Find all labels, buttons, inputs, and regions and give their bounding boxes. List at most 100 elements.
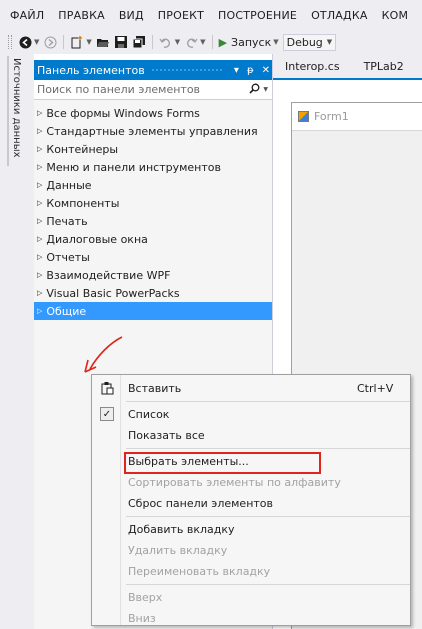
redo-icon[interactable] bbox=[184, 35, 198, 49]
back-arrow-icon[interactable] bbox=[18, 35, 32, 49]
menu-item-show-all-label: Показать все bbox=[128, 429, 205, 442]
toolbox-category-selected[interactable]: ▷ Общие bbox=[34, 302, 272, 320]
chevron-down-icon: ▼ bbox=[326, 38, 333, 46]
tab-interop-cs[interactable]: Interop.cs bbox=[273, 56, 352, 76]
form-title: Form1 bbox=[314, 110, 349, 123]
toolbar-separator bbox=[151, 35, 153, 49]
toolbox-title: Панель элементов bbox=[37, 63, 145, 77]
run-dropdown-icon[interactable]: ▼ bbox=[273, 38, 278, 46]
toolbox-category[interactable]: ▷ Все формы Windows Forms bbox=[34, 104, 272, 122]
back-dropdown-icon[interactable]: ▼ bbox=[34, 38, 39, 46]
play-icon[interactable]: ▶ bbox=[219, 36, 227, 49]
toolbar-separator bbox=[63, 35, 65, 49]
toolbox-category[interactable]: ▷ Диалоговые окна bbox=[34, 230, 272, 248]
undo-icon[interactable] bbox=[159, 35, 173, 49]
window-position-dropdown-icon[interactable]: ▾ bbox=[234, 65, 239, 76]
toolbar-separator bbox=[211, 35, 213, 49]
expand-triangle-icon[interactable]: ▷ bbox=[37, 127, 42, 135]
new-project-dropdown-icon[interactable]: ▼ bbox=[86, 38, 91, 46]
redo-dropdown-icon[interactable]: ▼ bbox=[200, 38, 205, 46]
save-icon[interactable] bbox=[114, 35, 128, 49]
menu-item-move-down: Вниз bbox=[92, 608, 410, 629]
menu-item-delete-tab-label: Удалить вкладку bbox=[128, 544, 228, 557]
data-sources-tab[interactable]: Источники данных bbox=[7, 56, 23, 166]
toolbox-category[interactable]: ▷ Данные bbox=[34, 176, 272, 194]
menu-item-paste-label: Вставить bbox=[128, 382, 182, 395]
toolbox-context-menu: Вставить Ctrl+V ✓ Список Показать все Вы… bbox=[91, 374, 411, 626]
data-sources-tab-label: Источники данных bbox=[11, 58, 22, 158]
menu-team[interactable]: КОМ bbox=[382, 9, 409, 22]
toolbar-grip[interactable] bbox=[8, 35, 12, 49]
menu-item-delete-tab: Удалить вкладку bbox=[92, 540, 410, 561]
toolbox-title-bar[interactable]: Панель элементов ▾ ᵽ ✕ bbox=[34, 60, 272, 80]
form-icon bbox=[298, 111, 309, 122]
expand-triangle-icon[interactable]: ▷ bbox=[37, 235, 42, 243]
toolbox-category[interactable]: ▷ Стандартные элементы управления bbox=[34, 122, 272, 140]
side-tab-strip: Источники данных bbox=[0, 54, 34, 629]
menu-file[interactable]: ФАЙЛ bbox=[10, 9, 44, 22]
expand-triangle-icon[interactable]: ▷ bbox=[37, 163, 42, 171]
form-title-bar[interactable]: Form1 bbox=[292, 103, 422, 131]
expand-triangle-icon[interactable]: ▷ bbox=[37, 253, 42, 261]
search-icon[interactable] bbox=[249, 83, 260, 97]
menu-debug[interactable]: ОТЛАДКА bbox=[311, 9, 368, 22]
expand-triangle-icon[interactable]: ▷ bbox=[37, 271, 42, 279]
menu-view[interactable]: ВИД bbox=[119, 9, 144, 22]
menu-project[interactable]: ПРОЕКТ bbox=[158, 9, 204, 22]
forward-arrow-icon[interactable] bbox=[43, 35, 57, 49]
toolbox-category[interactable]: ▷ Взаимодействие WPF bbox=[34, 266, 272, 284]
menu-edit[interactable]: ПРАВКА bbox=[58, 9, 105, 22]
toolbox-category[interactable]: ▷ Контейнеры bbox=[34, 140, 272, 158]
expand-triangle-icon[interactable]: ▷ bbox=[37, 217, 42, 225]
toolbox-category[interactable]: ▷ Отчеты bbox=[34, 248, 272, 266]
run-button[interactable]: Запуск bbox=[231, 36, 271, 49]
menu-item-reset-toolbox[interactable]: Сброс панели элементов bbox=[92, 493, 410, 514]
undo-dropdown-icon[interactable]: ▼ bbox=[175, 38, 180, 46]
menu-build[interactable]: ПОСТРОЕНИЕ bbox=[218, 9, 297, 22]
open-file-icon[interactable] bbox=[96, 35, 110, 49]
menu-item-list-view-label: Список bbox=[128, 408, 170, 421]
menu-item-paste[interactable]: Вставить Ctrl+V bbox=[92, 378, 410, 399]
toolbox-tree: ▷ Все формы Windows Forms ▷ Стандартные эл… bbox=[34, 100, 272, 320]
configuration-select[interactable]: Debug ▼ bbox=[282, 33, 337, 51]
menu-item-move-down-label: Вниз bbox=[128, 612, 156, 625]
pin-icon[interactable]: ᵽ bbox=[247, 65, 254, 76]
checkmark-icon: ✓ bbox=[100, 407, 114, 421]
menu-item-show-all[interactable]: Показать все bbox=[92, 425, 410, 446]
paste-icon bbox=[100, 381, 114, 395]
menu-item-move-up-label: Вверх bbox=[128, 591, 163, 604]
expand-triangle-icon[interactable]: ▷ bbox=[37, 307, 42, 315]
expand-triangle-icon[interactable]: ▷ bbox=[37, 199, 42, 207]
standard-toolbar: ▼ ▼ ▼ ▼ ▶ Запуск ▼ Debug ▼ bbox=[0, 30, 422, 54]
toolbox-search-input[interactable]: Поиск по панели элементов ▼ bbox=[34, 80, 272, 100]
menu-item-sort-alphabetically-label: Сортировать элементы по алфавиту bbox=[128, 476, 341, 489]
toolbox-category[interactable]: ▷ Печать bbox=[34, 212, 272, 230]
menu-item-reset-toolbox-label: Сброс панели элементов bbox=[128, 497, 274, 510]
menu-item-add-tab[interactable]: Добавить вкладку bbox=[92, 519, 410, 540]
toolbox-category[interactable]: ▷ Компоненты bbox=[34, 194, 272, 212]
toolbox-category[interactable]: ▷ Visual Basic PowerPacks bbox=[34, 284, 272, 302]
configuration-value: Debug bbox=[286, 35, 323, 49]
menu-item-rename-tab-label: Переименовать вкладку bbox=[128, 565, 271, 578]
menu-item-list-view[interactable]: ✓ Список bbox=[92, 404, 410, 425]
expand-triangle-icon[interactable]: ▷ bbox=[37, 109, 42, 117]
search-placeholder: Поиск по панели элементов bbox=[37, 83, 201, 96]
menu-item-rename-tab: Переименовать вкладку bbox=[92, 561, 410, 582]
title-bar-grip bbox=[150, 67, 222, 73]
expand-triangle-icon[interactable]: ▷ bbox=[37, 145, 42, 153]
menu-separator bbox=[126, 401, 410, 402]
menu-item-choose-items[interactable]: Выбрать элементы... bbox=[92, 451, 410, 474]
expand-triangle-icon[interactable]: ▷ bbox=[37, 181, 42, 189]
expand-triangle-icon[interactable]: ▷ bbox=[37, 289, 42, 297]
save-all-icon[interactable] bbox=[132, 35, 146, 49]
toolbox-category[interactable]: ▷ Меню и панели инструментов bbox=[34, 158, 272, 176]
menu-separator bbox=[126, 584, 410, 585]
search-options-dropdown-icon[interactable]: ▼ bbox=[263, 86, 268, 93]
close-icon[interactable]: ✕ bbox=[262, 65, 270, 76]
menu-item-sort-alphabetically: Сортировать элементы по алфавиту bbox=[92, 472, 410, 493]
tab-tplab2[interactable]: TPLab2 bbox=[352, 56, 416, 76]
menu-bar: ФАЙЛ ПРАВКА ВИД ПРОЕКТ ПОСТРОЕНИЕ ОТЛАДК… bbox=[0, 0, 422, 30]
menu-item-choose-items-label: Выбрать элементы... bbox=[128, 455, 249, 468]
menu-item-move-up: Вверх bbox=[92, 587, 410, 608]
new-project-icon[interactable] bbox=[70, 35, 84, 49]
